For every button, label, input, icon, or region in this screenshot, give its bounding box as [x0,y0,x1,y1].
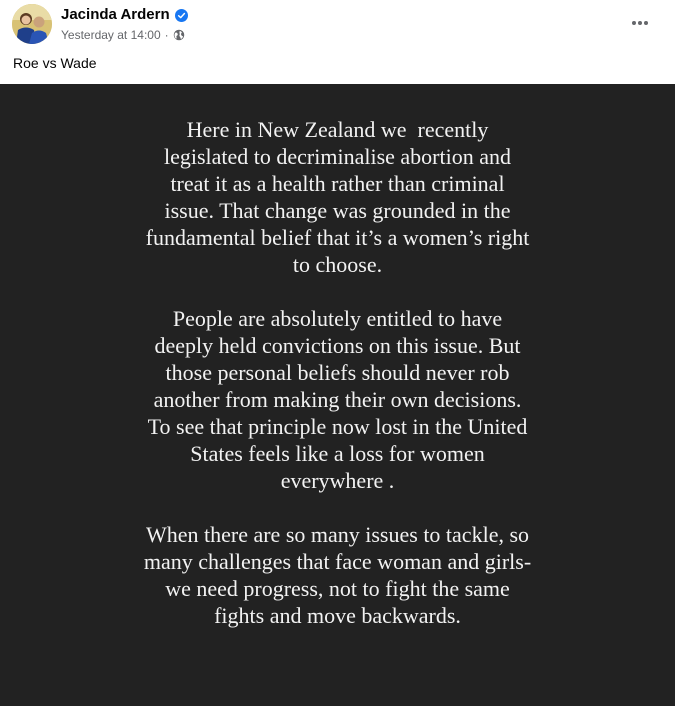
story-paragraph-3: When there are so many issues to tackle,… [0,521,675,629]
post-header: Jacinda Ardern Yesterday at 14:00 · [0,0,675,50]
story-text: Here in New Zealand we recently legislat… [0,116,675,656]
story-line: States feels like a loss for women [190,441,485,466]
avatar-photo-icon [12,4,52,44]
more-options-icon [632,21,648,25]
story-line: another from making their own decisions. [153,387,522,412]
author-name[interactable]: Jacinda Ardern [61,5,170,25]
more-options-button[interactable] [625,10,655,36]
globe-icon[interactable] [173,29,185,41]
post-timestamp[interactable]: Yesterday at 14:00 [61,28,161,42]
avatar[interactable] [12,4,52,44]
story-image[interactable]: Here in New Zealand we recently legislat… [0,84,675,706]
story-line: many challenges that face woman and girl… [143,549,532,574]
author-line: Jacinda Ardern [61,5,188,25]
post-meta: Yesterday at 14:00 · [61,26,185,44]
story-paragraph-1: Here in New Zealand we recently legislat… [0,116,675,278]
story-line: treat it as a health rather than crimina… [170,171,505,196]
story-line: everywhere . [280,468,395,493]
story-paragraph-2: People are absolutely entitled to have d… [0,305,675,494]
post-caption: Roe vs Wade [13,55,97,71]
story-line: fights and move backwards. [214,603,461,628]
story-line: legislated to decriminalise abortion and [163,144,511,169]
story-line: deeply held convictions on this issue. B… [154,333,521,358]
story-line: When there are so many issues to tackle,… [145,522,530,547]
story-line: People are absolutely entitled to have [172,306,503,331]
verified-badge-icon [174,8,188,22]
story-line: those personal beliefs should never rob [165,360,510,385]
story-line: issue. That change was grounded in the [164,198,511,223]
story-line: To see that principle now lost in the Un… [147,414,528,439]
facebook-post: Jacinda Ardern Yesterday at 14:00 · Roe … [0,0,675,706]
story-line: to choose. [292,252,383,277]
story-line: we need progress, not to fight the same [165,576,510,601]
story-line: fundamental belief that it’s a women’s r… [145,225,530,250]
meta-separator: · [164,28,169,42]
story-line: Here in New Zealand we recently [186,117,489,142]
